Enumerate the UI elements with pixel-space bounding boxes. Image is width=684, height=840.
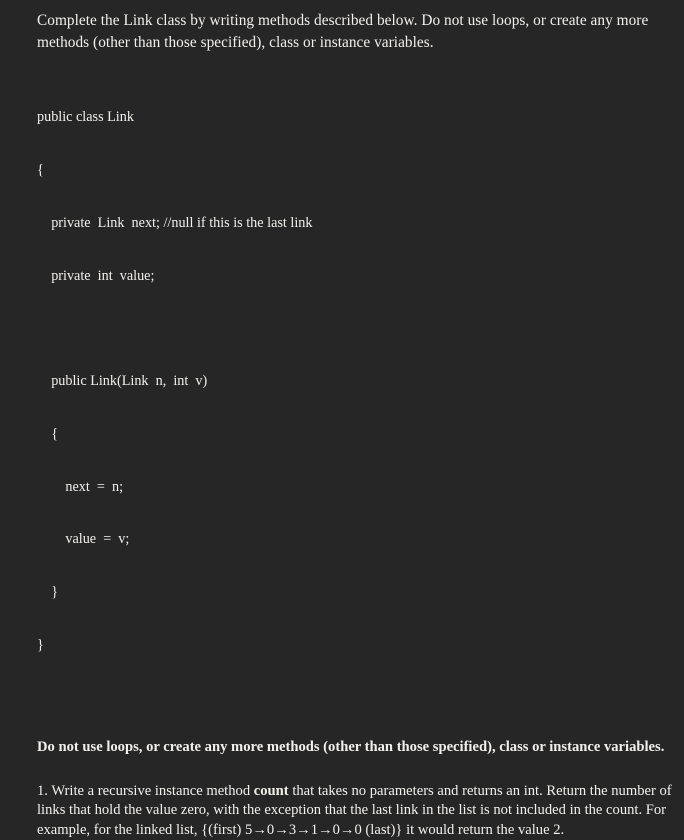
code-line: private int value; <box>37 267 155 284</box>
code-line: { <box>37 425 58 442</box>
task-item-1: 1. Write a recursive instance method cou… <box>37 782 675 840</box>
code-line: next = n; <box>37 478 124 495</box>
code-line: } <box>37 584 58 601</box>
code-line: } <box>37 637 44 653</box>
task-text-part-3: it would return the value 2. <box>406 821 565 838</box>
task-number: 1. <box>37 782 48 799</box>
document-page: Complete the Link class by writing metho… <box>0 0 684 838</box>
task-linked-list-example: {(first) 5→0→3→1→0→0 (last)} <box>201 821 403 838</box>
code-line: { <box>37 161 44 178</box>
intro-paragraph: Complete the Link class by writing metho… <box>37 12 649 51</box>
code-line: public Link(Link n, int v) <box>37 373 208 390</box>
constraints-note: Do not use loops, or create any more met… <box>37 738 665 755</box>
code-block-link-class: public class Link { private Link next; /… <box>37 74 670 690</box>
code-line: value = v; <box>37 531 130 548</box>
code-line: private Link next; //null if this is the… <box>37 214 313 231</box>
task-text-part-1: Write a recursive instance method <box>51 782 251 799</box>
task-method-name: count <box>253 782 289 799</box>
code-line: public class Link <box>37 109 134 126</box>
